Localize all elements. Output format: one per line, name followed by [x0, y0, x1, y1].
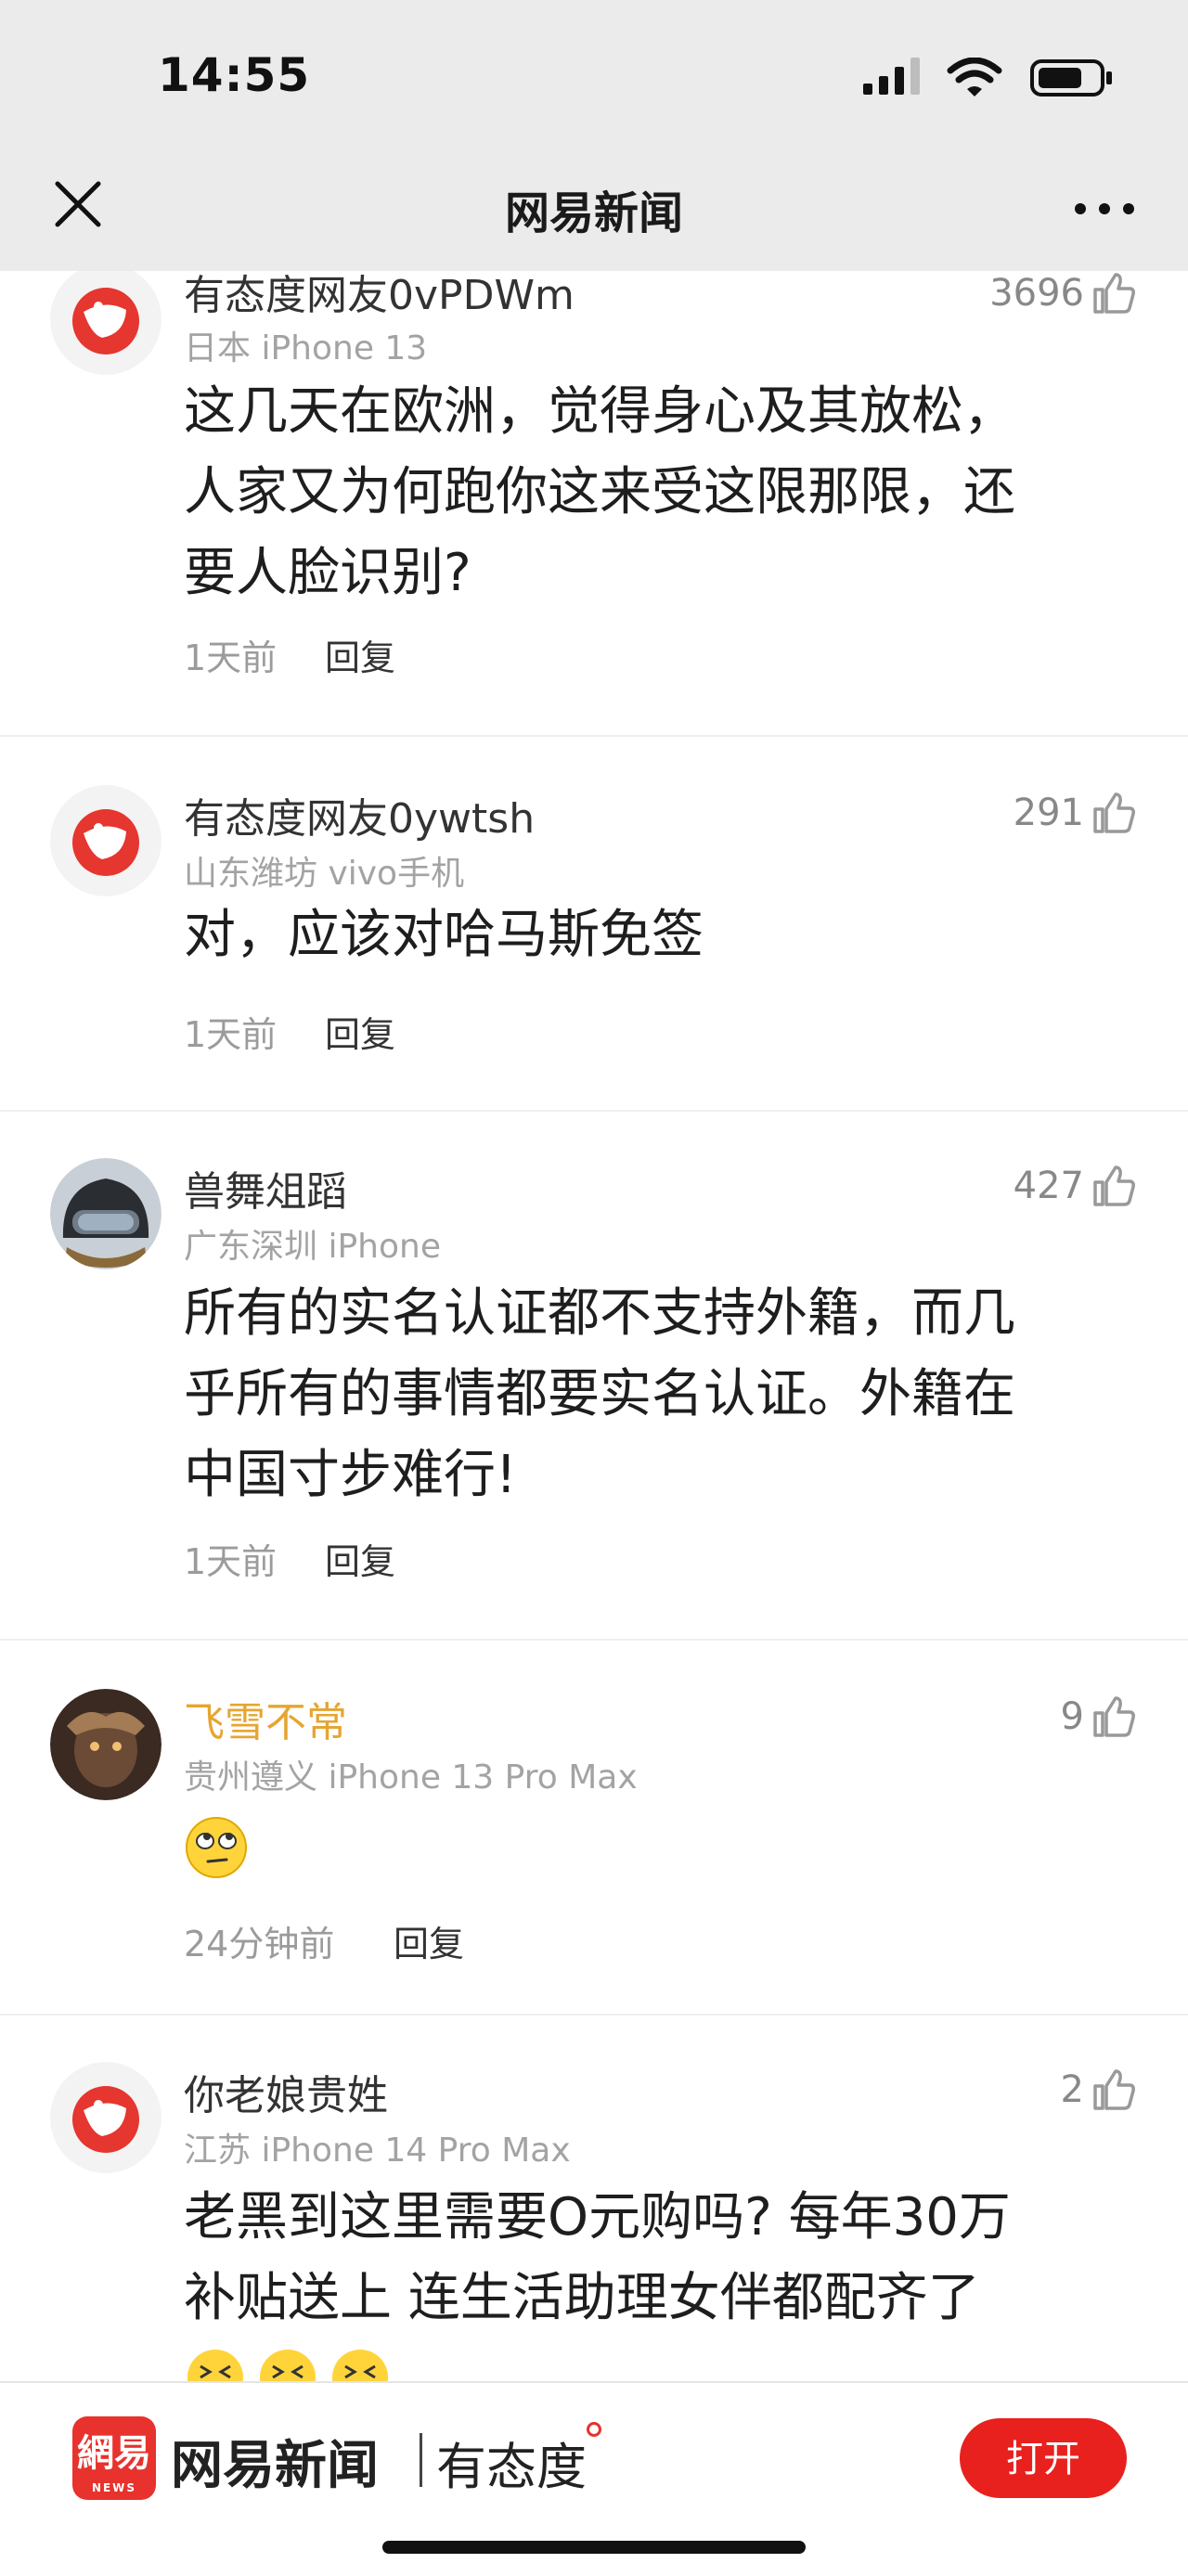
comment-item: 有态度网友0vPDWm 日本 iPhone 13 3696 这几天在欧洲，觉得身…: [0, 271, 1188, 785]
battery-icon: [1030, 59, 1112, 97]
brand-separator: [420, 2433, 422, 2487]
comment-time: 1天前: [184, 1014, 278, 1055]
reply-button[interactable]: 回复: [394, 1915, 464, 1966]
status-time: 14:55: [158, 48, 311, 102]
comment-device: 山东潍坊 vivo手机: [184, 855, 465, 893]
comment-line: 所有的实名认证都不支持外籍，而几: [184, 1283, 1015, 1344]
thumbs-up-icon: [1093, 2069, 1135, 2110]
comment-line: 这几天在欧洲，觉得身心及其放松，: [184, 381, 1015, 442]
comment-line: 要人脸识别?: [184, 543, 471, 603]
thumbs-up-icon: [1093, 273, 1135, 314]
comment-item: 兽舞俎蹈 广东深圳 iPhone 427 所有的实名认证都不支持外籍，而几 乎所…: [0, 1110, 1188, 1641]
netease-logo-icon: 網易 NEWS: [72, 2416, 156, 2500]
like-button[interactable]: 3696: [989, 271, 1138, 321]
comment-body: 老黑到这里需要O元购吗? 每年30万 补贴送上 连生活助理女伴都配齐了: [184, 2177, 1121, 2338]
comment-username[interactable]: 你老娘贵姓: [184, 2062, 388, 2121]
comment-body: 这几天在欧洲，觉得身心及其放松， 人家又为何跑你这来受这限那限，还 要人脸识别?: [184, 371, 1121, 613]
comment-username[interactable]: 飞雪不常: [184, 1689, 347, 1748]
comment-line: 乎所有的事情都要实名认证。外籍在: [184, 1364, 1015, 1424]
like-button[interactable]: 427: [1014, 1158, 1138, 1214]
laughing-emoji: [184, 2346, 397, 2381]
like-count: 291: [1013, 792, 1084, 834]
thumbs-up-icon: [1093, 1696, 1135, 1737]
comment-username[interactable]: 有态度网友0vPDWm: [184, 271, 575, 321]
page-title: 网易新闻: [504, 187, 683, 239]
netease-default-avatar-icon: [50, 271, 161, 375]
comment-device: 广东深圳 iPhone: [184, 1228, 441, 1266]
like-count: 9: [1060, 1695, 1084, 1738]
comment-line: 人家又为何跑你这来受这限那限，还: [184, 462, 1015, 522]
bottom-app-bar: 網易 NEWS 网易新闻 有态度 打开: [0, 2381, 1188, 2576]
comment-list: 有态度网友0vPDWm 日本 iPhone 13 3696 这几天在欧洲，觉得身…: [0, 271, 1188, 2381]
helmet-avatar-icon: [50, 1158, 161, 1269]
reply-button[interactable]: 回复: [325, 1006, 395, 1057]
reply-button[interactable]: 回复: [325, 629, 395, 680]
avatar[interactable]: [50, 2062, 161, 2173]
wifi-icon: [947, 58, 1002, 97]
netease-default-avatar-icon: [50, 2062, 161, 2173]
comment-device: 日本 iPhone 13: [184, 329, 428, 367]
slogan-dot-icon: [587, 2422, 601, 2437]
comment-device: 江苏 iPhone 14 Pro Max: [184, 2132, 571, 2170]
comment-time: 1天前: [184, 1541, 278, 1582]
avatar[interactable]: [50, 1158, 161, 1269]
comment-device: 贵州遵义 iPhone 13 Pro Max: [184, 1758, 638, 1797]
like-count: 427: [1013, 1165, 1084, 1207]
cellular-signal-icon: [863, 58, 920, 95]
more-options-button[interactable]: [1067, 181, 1142, 237]
reply-button[interactable]: 回复: [325, 1533, 395, 1584]
more-dots-icon: [1075, 203, 1134, 214]
comment-time: 1天前: [184, 638, 278, 678]
avatar[interactable]: [50, 785, 161, 896]
comment-line: 补贴送上 连生活助理女伴都配齐了: [184, 2268, 980, 2328]
comment-line: 对，应该对哈马斯免签: [184, 905, 704, 965]
comment-body: 对，应该对哈马斯免签: [184, 895, 1121, 975]
thumbs-up-icon: [1093, 792, 1135, 833]
comment-username[interactable]: 有态度网友0ywtsh: [184, 785, 535, 844]
netease-default-avatar-icon: [50, 785, 161, 896]
top-bar: 14:55 网易新闻: [0, 0, 1188, 271]
avatar[interactable]: [50, 271, 161, 375]
home-indicator[interactable]: [382, 2541, 806, 2554]
open-app-button[interactable]: 打开: [960, 2418, 1127, 2498]
thumbs-up-icon: [1093, 1166, 1135, 1206]
logo-subtext: NEWS: [91, 2481, 137, 2494]
avatar[interactable]: [50, 1689, 161, 1800]
like-count: 3696: [989, 272, 1084, 315]
comment-line: 老黑到这里需要O元购吗? 每年30万: [184, 2187, 1011, 2248]
brand-name: 网易新闻: [171, 2436, 379, 2496]
eye-roll-emoji: [184, 1815, 249, 1884]
comment-body: 所有的实名认证都不支持外籍，而几 乎所有的事情都要实名认证。外籍在 中国寸步难行…: [184, 1273, 1121, 1515]
comment-username[interactable]: 兽舞俎蹈: [184, 1158, 347, 1217]
like-button[interactable]: 9: [1061, 1689, 1138, 1745]
comment-line: 中国寸步难行!: [184, 1445, 517, 1505]
like-button[interactable]: 291: [1014, 785, 1138, 841]
like-button[interactable]: 2: [1061, 2062, 1138, 2118]
like-count: 2: [1060, 2068, 1084, 2111]
logo-text: 網易: [77, 2432, 151, 2475]
brand-slogan: 有态度: [436, 2438, 587, 2496]
comment-time: 24分钟前: [184, 1924, 335, 1964]
warcraft-avatar-icon: [50, 1689, 161, 1800]
comment-item: 你老娘贵姓 江苏 iPhone 14 Pro Max 2 老黑到这里需要O元购吗…: [0, 2014, 1188, 2381]
